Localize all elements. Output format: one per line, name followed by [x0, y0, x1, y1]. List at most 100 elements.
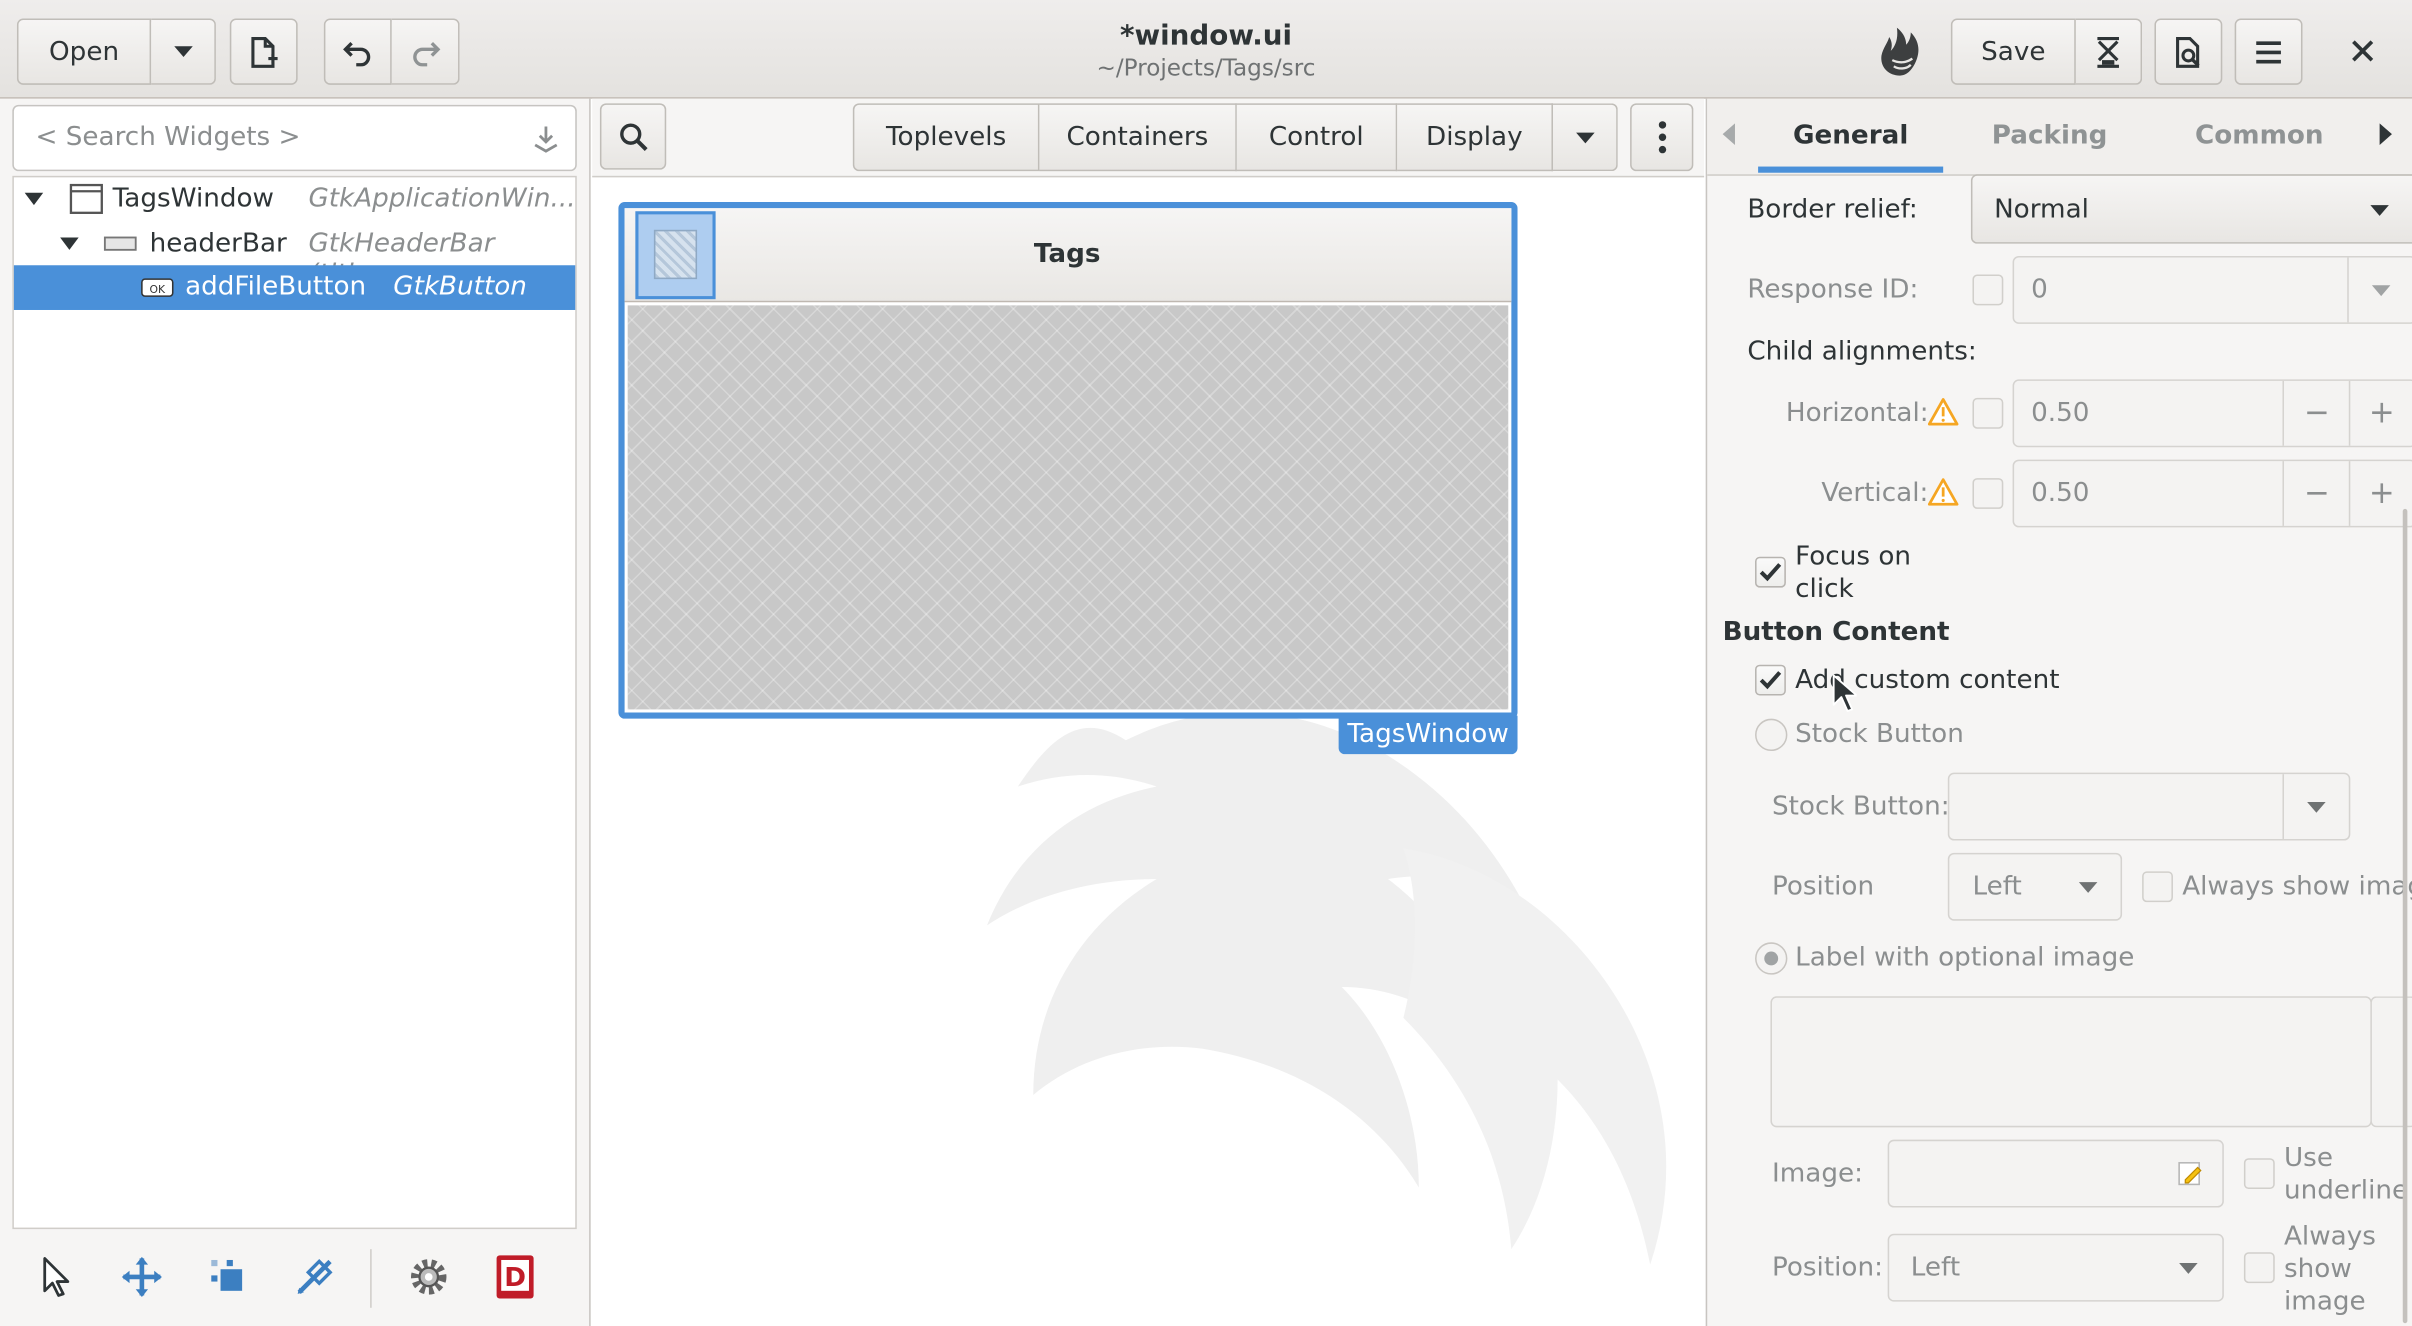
glade-watermark-logo: [987, 712, 1667, 1265]
always-show-image2-label-line2: show: [2283, 1253, 2352, 1285]
chevron-down-icon: [2179, 1263, 2198, 1274]
plus-icon[interactable]: +: [2369, 473, 2395, 510]
palette-tab-label: Control: [1268, 121, 1364, 153]
minus-icon[interactable]: −: [2304, 393, 2330, 430]
always-show-image2-label-line1: Always: [2283, 1221, 2376, 1253]
warning-icon: [1927, 478, 1959, 506]
focus-on-click-label-line2: click: [1795, 573, 1854, 605]
palette-search-button[interactable]: [599, 103, 667, 170]
main-menu-button[interactable]: [2234, 18, 2303, 85]
horizontal-value: 0.50: [2031, 397, 2090, 429]
mouse-cursor-icon: [1832, 674, 1857, 712]
save-as-button[interactable]: [2075, 18, 2143, 85]
tab-packing[interactable]: Packing: [1962, 99, 2138, 173]
minus-icon[interactable]: −: [2304, 473, 2330, 510]
tabs-scroll-left-button[interactable]: [1722, 123, 1735, 145]
palette-tab-label: Display: [1426, 121, 1523, 153]
search-widgets-input[interactable]: < Search Widgets >: [12, 104, 577, 172]
tree-row-addfilebutton[interactable]: OK addFileButton GtkButton: [13, 265, 576, 310]
label-text-area[interactable]: [1770, 996, 2372, 1128]
properties-scrollbar[interactable]: [2402, 508, 2408, 1324]
chevron-down-icon[interactable]: [2307, 801, 2326, 813]
always-show-image-checkbox[interactable]: [2142, 871, 2173, 903]
undo-icon: [343, 41, 371, 66]
gear-icon[interactable]: [406, 1254, 452, 1300]
close-window-button[interactable]: [2333, 22, 2392, 81]
response-id-combo[interactable]: 0: [2012, 256, 2412, 324]
palette-options-button[interactable]: [1630, 103, 1694, 172]
image-entry[interactable]: [1887, 1139, 2224, 1208]
use-underline-label-line1: Use: [2283, 1142, 2333, 1174]
stock-button-field-label: Stock Button:: [1771, 791, 1950, 822]
expander-down-icon[interactable]: [24, 192, 44, 206]
tabs-scroll-right-button[interactable]: [2379, 123, 2392, 145]
position2-value: Left: [1910, 1252, 1961, 1284]
search-filter-icon[interactable]: [531, 123, 562, 154]
devhelp-icon[interactable]: D: [490, 1252, 539, 1301]
window-subtitle: ~/Projects/Tags/src: [1096, 53, 1316, 82]
focus-on-click-checkbox[interactable]: [1755, 556, 1786, 588]
margin-edit-icon[interactable]: [207, 1255, 250, 1298]
palette-tab-control[interactable]: Control: [1236, 103, 1398, 172]
expander-down-icon[interactable]: [60, 237, 79, 250]
edit-pencil-icon[interactable]: [2176, 1160, 2204, 1188]
label-optional-image-radio[interactable]: [1755, 942, 1788, 975]
plus-icon[interactable]: +: [2369, 393, 2395, 430]
always-show-image2-checkbox[interactable]: [2243, 1252, 2275, 1284]
horizontal-spinbutton[interactable]: 0.50 − +: [2012, 379, 2412, 448]
tab-general[interactable]: General: [1758, 99, 1944, 173]
vertical-checkbox[interactable]: [1972, 478, 2004, 509]
radio-dot: [1764, 951, 1779, 966]
preview-caption: TagsWindow: [1347, 718, 1509, 750]
open-button[interactable]: Open: [16, 18, 152, 85]
preview-placeholder-slot[interactable]: [635, 211, 716, 300]
pointer-icon[interactable]: [40, 1255, 74, 1298]
response-id-label: Response ID:: [1747, 274, 1919, 306]
position2-combo[interactable]: Left: [1887, 1233, 2224, 1302]
open-recent-dropdown-button[interactable]: [151, 18, 216, 85]
drag-resize-icon[interactable]: [120, 1255, 163, 1298]
use-underline-checkbox[interactable]: [2243, 1158, 2275, 1190]
border-relief-combo[interactable]: Normal: [1970, 174, 2412, 244]
response-id-checkbox[interactable]: [1972, 274, 2004, 306]
document-preview-icon: [2176, 36, 2200, 68]
align-edit-icon[interactable]: [293, 1255, 336, 1298]
position-combo[interactable]: Left: [1947, 852, 2123, 921]
border-relief-label: Border relief:: [1747, 194, 1918, 226]
new-file-button[interactable]: [229, 18, 298, 85]
tree-row-headerbar[interactable]: headerBar GtkHeaderBar (title...: [14, 222, 575, 290]
chevron-down-icon[interactable]: [2371, 285, 2391, 297]
tab-common[interactable]: Common: [2159, 99, 2359, 173]
save-button[interactable]: Save: [1950, 18, 2076, 85]
stock-button-combo[interactable]: [1947, 772, 2351, 841]
palette-tab-containers[interactable]: Containers: [1039, 103, 1237, 172]
preview-button[interactable]: [2154, 18, 2223, 85]
chevron-down-icon: [173, 46, 193, 58]
tab-common-label: Common: [2195, 120, 2324, 152]
glade-logo-icon: [1872, 23, 1928, 79]
stock-button-radio[interactable]: [1755, 718, 1788, 752]
undo-button[interactable]: [323, 18, 392, 85]
spin-divider: [2282, 380, 2284, 446]
save-as-icon: [2097, 36, 2119, 68]
vertical-value: 0.50: [2031, 478, 2090, 509]
palette-tab-display[interactable]: Display: [1397, 103, 1553, 172]
palette-tab-toplevels[interactable]: Toplevels: [852, 103, 1040, 172]
palette-tab-label: Toplevels: [885, 121, 1007, 153]
headerbar-widget-icon: [103, 236, 137, 251]
preview-content-placeholder[interactable]: [627, 305, 1509, 710]
tab-packing-label: Packing: [1991, 120, 2108, 152]
checkmark-icon: [1759, 671, 1782, 690]
palette-more-dropdown[interactable]: [1552, 103, 1618, 172]
redo-button[interactable]: [391, 18, 460, 85]
add-custom-content-checkbox[interactable]: [1755, 664, 1786, 696]
tree-row-tagswindow[interactable]: TagsWindow GtkApplicationWin...: [14, 177, 576, 222]
tree-item-type: GtkApplicationWin...: [308, 183, 576, 215]
preview-caption-tab[interactable]: TagsWindow: [1338, 715, 1518, 755]
search-icon: [619, 122, 647, 151]
svg-text:D: D: [504, 1263, 526, 1293]
combo-divider: [2347, 257, 2349, 323]
horizontal-checkbox[interactable]: [1972, 397, 2004, 429]
vertical-spinbutton[interactable]: 0.50 − +: [2012, 459, 2412, 528]
preview-title: Tags: [1033, 239, 1101, 270]
